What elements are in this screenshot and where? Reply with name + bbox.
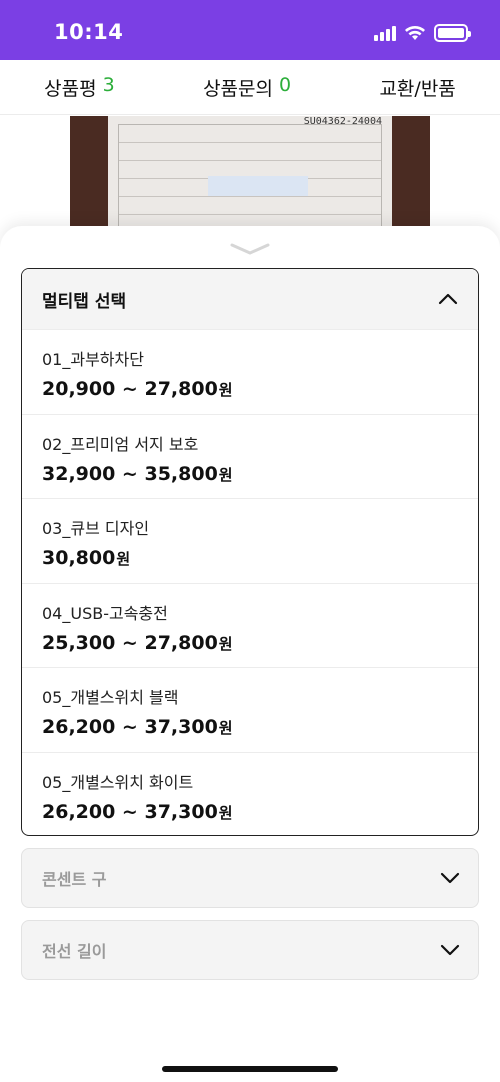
option-price-value: 30,800 — [42, 547, 116, 569]
option-price: 25,300 ~ 27,800원 — [42, 632, 458, 654]
option-price: 26,200 ~ 37,300원 — [42, 801, 458, 823]
option-price-unit: 원 — [218, 719, 233, 737]
option-price-value: 26,200 ~ 37,300 — [42, 716, 218, 738]
option-item[interactable]: 02_프리미엄 서지 보호 32,900 ~ 35,800원 — [22, 413, 478, 499]
option-item[interactable]: 05_개별스위치 화이트 26,200 ~ 37,300원 — [22, 751, 478, 836]
status-icons — [374, 22, 471, 44]
option-price-value: 25,300 ~ 27,800 — [42, 631, 218, 654]
option-price: 32,900 ~ 35,800원 — [42, 463, 458, 485]
option-price-unit: 원 — [218, 381, 233, 399]
tab-exchange-return-label: 교환/반품 — [379, 77, 456, 100]
certificate-highlight — [208, 176, 308, 196]
option-price-value: 26,200 ~ 37,300 — [42, 800, 218, 823]
option-bottom-sheet: 멀티탭 선택 01_과부하차단 20,900 ~ 27,800원 02_프리미엄… — [0, 226, 500, 1082]
chevron-up-icon — [438, 293, 458, 305]
sheet-collapse-chevron-icon[interactable] — [230, 242, 270, 256]
option-price-unit: 원 — [218, 803, 233, 822]
wifi-icon — [405, 26, 425, 40]
certificate-document: SU04362-24004 — [108, 116, 392, 236]
option-name: 01_과부하차단 — [42, 350, 144, 369]
option-price: 30,800원 — [42, 547, 458, 569]
option-item[interactable]: 01_과부하차단 20,900 ~ 27,800원 — [22, 329, 478, 414]
signal-icon — [374, 25, 396, 41]
option-price-value: 20,900 ~ 27,800 — [42, 378, 218, 400]
cable-length-select-label: 전선 길이 — [42, 942, 107, 961]
option-item[interactable]: 03_큐브 디자인 30,800원 — [22, 498, 478, 583]
cable-length-select[interactable]: 전선 길이 — [21, 920, 479, 980]
multitap-option-dropdown: 멀티탭 선택 01_과부하차단 20,900 ~ 27,800원 02_프리미엄… — [21, 268, 479, 836]
option-item[interactable]: 04_USB-고속충전 25,300 ~ 27,800원 — [22, 582, 478, 668]
option-price-unit: 원 — [116, 550, 131, 568]
outlet-count-select[interactable]: 콘센트 구 — [21, 848, 479, 908]
battery-icon — [434, 24, 471, 42]
option-price: 20,900 ~ 27,800원 — [42, 378, 458, 400]
option-price-unit: 원 — [218, 634, 233, 653]
option-name: 02_프리미엄 서지 보호 — [42, 434, 199, 454]
tab-reviews[interactable]: 상품평 3 — [44, 74, 115, 101]
tab-exchange-return[interactable]: 교환/반품 — [379, 74, 455, 101]
status-time: 10:14 — [54, 20, 124, 44]
option-name: 05_개별스위치 화이트 — [42, 772, 194, 792]
tab-inquiries-label: 상품문의 — [203, 77, 273, 100]
option-price-value: 32,900 ~ 35,800 — [42, 462, 218, 485]
option-item[interactable]: 05_개별스위치 블랙 26,200 ~ 37,300원 — [22, 667, 478, 752]
tab-inquiries[interactable]: 상품문의 0 — [203, 74, 291, 101]
product-detail-image: SU04362-24004 — [70, 116, 430, 236]
multitap-dropdown-header[interactable]: 멀티탭 선택 — [22, 269, 478, 329]
option-price: 26,200 ~ 37,300원 — [42, 716, 458, 738]
option-price-unit: 원 — [218, 465, 233, 484]
tab-inquiries-count: 0 — [279, 73, 292, 96]
chevron-down-icon — [440, 944, 460, 956]
chevron-down-icon — [440, 872, 460, 884]
tab-reviews-label: 상품평 — [44, 77, 97, 100]
status-bar: 10:14 — [0, 0, 500, 60]
home-indicator[interactable] — [162, 1066, 338, 1072]
outlet-count-select-label: 콘센트 구 — [42, 870, 107, 889]
review-tab-bar: 상품평 3 상품문의 0 교환/반품 — [0, 60, 500, 115]
option-name: 05_개별스위치 블랙 — [42, 688, 179, 707]
multitap-dropdown-title: 멀티탭 선택 — [42, 291, 127, 312]
option-name: 04_USB-고속충전 — [42, 603, 168, 623]
option-name: 03_큐브 디자인 — [42, 519, 150, 538]
tab-reviews-count: 3 — [102, 73, 115, 96]
